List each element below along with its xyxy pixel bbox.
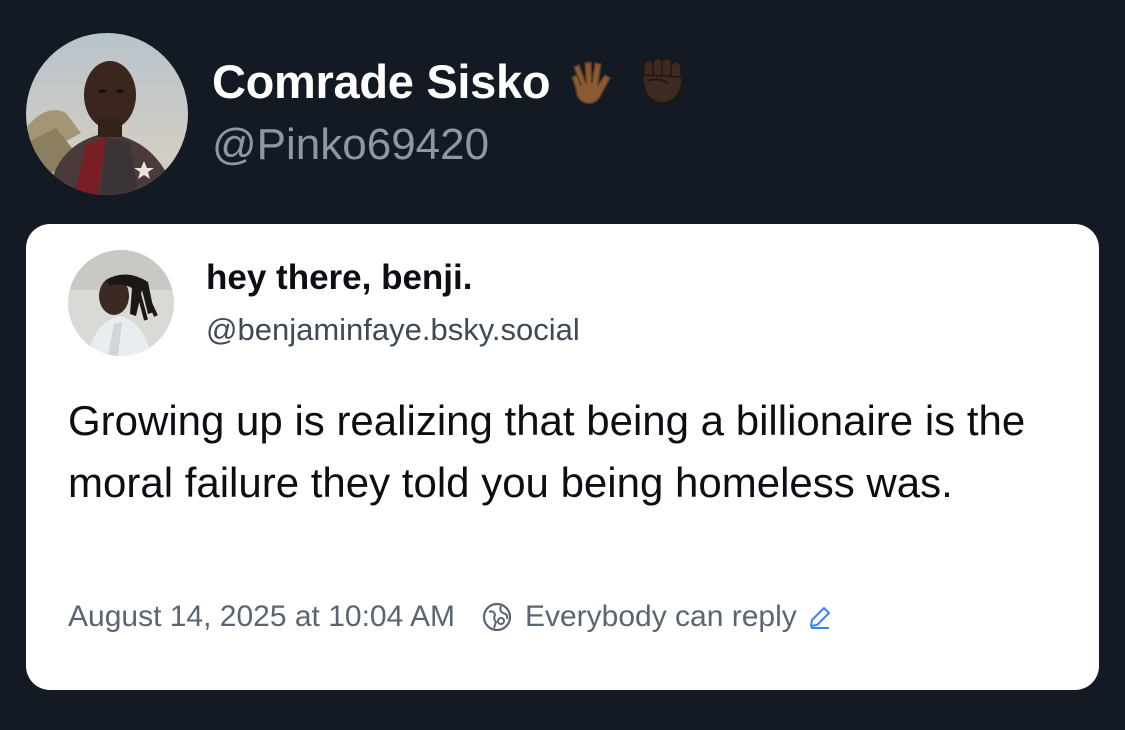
author-name-row: Comrade Sisko — [212, 52, 690, 110]
vulcan-salute-icon — [564, 53, 620, 109]
quoted-post-meta: August 14, 2025 at 10:04 AM Everybody ca… — [68, 600, 833, 634]
pencil-icon[interactable] — [807, 604, 833, 630]
post-timestamp[interactable]: August 14, 2025 at 10:04 AM — [68, 600, 455, 634]
reply-setting[interactable]: Everybody can reply — [525, 600, 797, 634]
quoted-post-text: Growing up is realizing that being a bil… — [68, 397, 1026, 506]
author-avatar[interactable] — [26, 33, 188, 195]
quoted-author-avatar[interactable] — [68, 250, 174, 356]
globe-icon — [481, 601, 513, 633]
quoted-author-display-name[interactable]: hey there, benji. — [206, 258, 472, 298]
raised-fist-icon — [634, 53, 690, 109]
quoted-post-card[interactable]: hey there, benji. @benjaminfaye.bsky.soc… — [26, 224, 1099, 690]
author-handle[interactable]: @Pinko69420 — [212, 120, 489, 170]
quoted-author-handle[interactable]: @benjaminfaye.bsky.social — [206, 312, 580, 348]
author-display-name[interactable]: Comrade Sisko — [212, 54, 551, 109]
